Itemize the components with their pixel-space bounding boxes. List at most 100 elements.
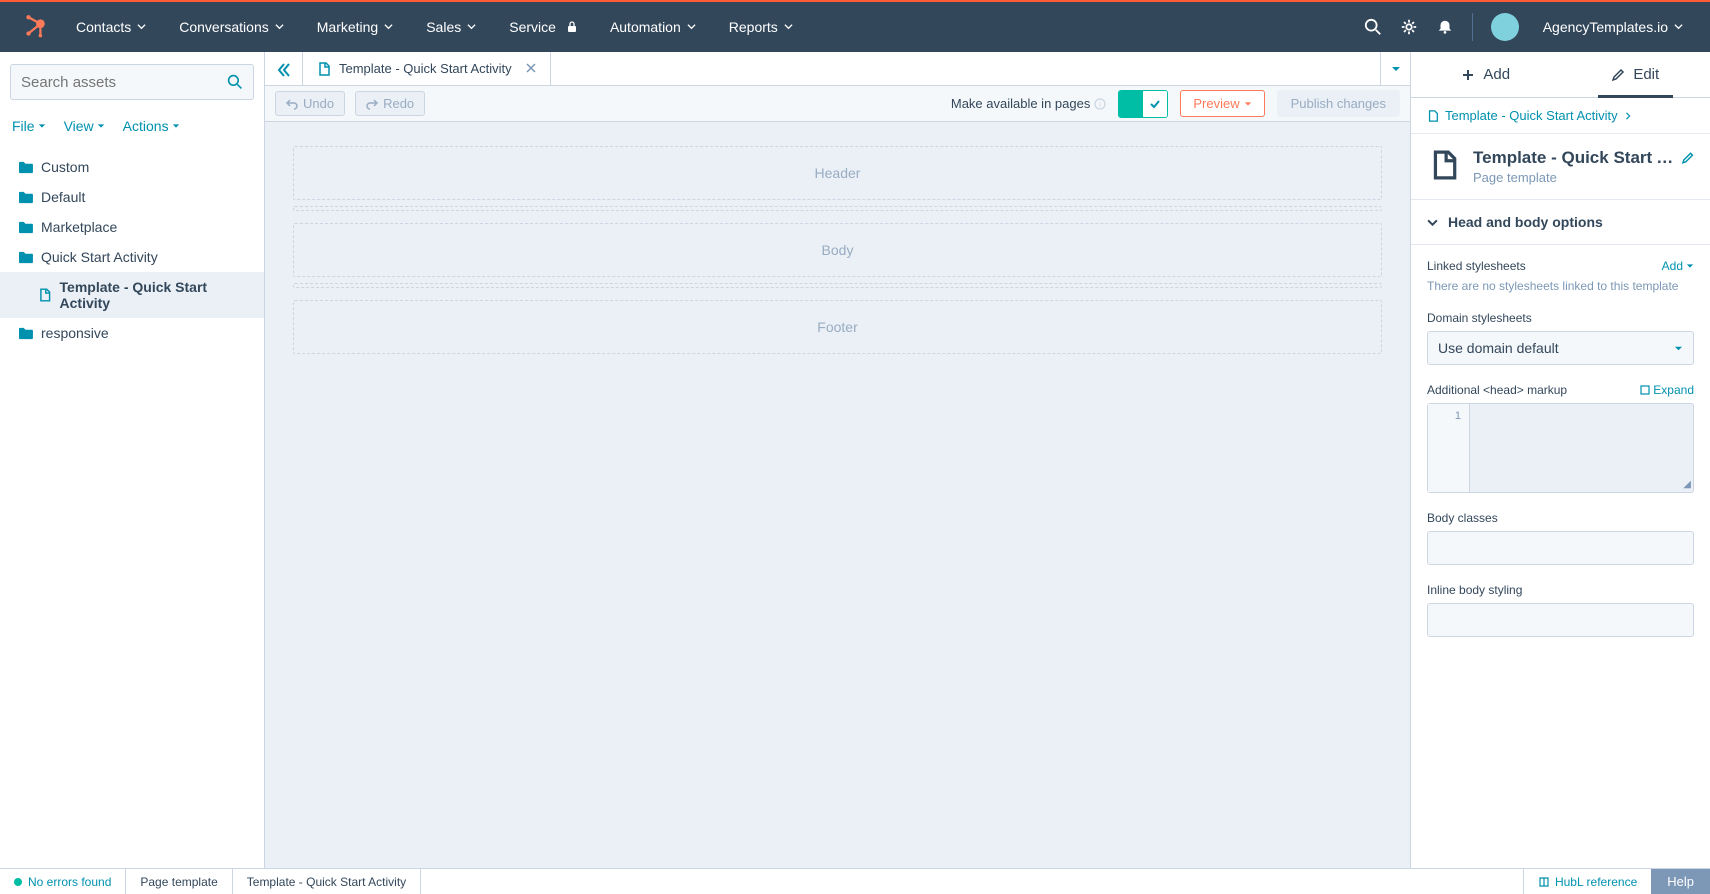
body-classes-input[interactable] [1427,531,1694,565]
folder-quick-start[interactable]: Quick Start Activity [0,242,264,272]
available-in-pages-label: Make available in pagesi [951,96,1106,111]
footer-placeholder[interactable]: Footer [293,300,1382,354]
template-icon [1427,148,1461,182]
lock-icon [566,21,578,33]
help-button[interactable]: Help [1651,869,1710,894]
top-nav: Contacts Conversations Marketing Sales S… [0,2,1710,52]
nav-marketing[interactable]: Marketing [311,19,400,35]
chevron-down-icon [784,22,794,32]
head-markup-label: Additional <head> markup [1427,383,1567,397]
errors-status[interactable]: No errors found [0,869,126,894]
chevron-down-icon [1427,217,1438,228]
pencil-icon[interactable] [1681,151,1694,165]
search-input-wrap[interactable] [10,64,254,100]
status-bar: No errors found Page template Template -… [0,868,1710,894]
available-toggle[interactable] [1118,90,1168,118]
line-number: 1 [1428,404,1470,492]
pencil-icon [1611,68,1625,82]
status-template-name[interactable]: Template - Quick Start Activity [233,869,421,894]
publish-button[interactable]: Publish changes [1277,90,1400,117]
asset-sidebar: File View Actions Custom Default Marketp… [0,52,265,868]
bell-icon[interactable] [1436,18,1454,36]
file-template-quick-start[interactable]: Template - Quick Start Activity [0,272,264,318]
status-page-template[interactable]: Page template [126,869,232,894]
tab-label: Template - Quick Start Activity [339,61,512,76]
body-placeholder[interactable]: Body [293,223,1382,277]
close-icon[interactable] [526,61,536,76]
account-menu[interactable]: AgencyTemplates.io [1537,19,1690,35]
folder-responsive[interactable]: responsive [0,318,264,348]
domain-stylesheets-select[interactable]: Use domain default [1427,331,1694,365]
caret-down-icon [1244,100,1252,108]
chevron-down-icon [384,22,394,32]
domain-stylesheets-label: Domain stylesheets [1427,311,1532,325]
tab-strip: Template - Quick Start Activity [265,52,1410,86]
template-title: Template - Quick Start Act [1473,148,1675,168]
file-menu[interactable]: File [12,118,46,134]
breadcrumb[interactable]: Template - Quick Start Activity [1411,98,1710,134]
expand-icon [1640,385,1650,395]
folder-custom[interactable]: Custom [0,152,264,182]
divider [1472,13,1473,41]
check-icon [1149,98,1161,110]
view-menu[interactable]: View [64,118,105,134]
collapse-sidebar-button[interactable] [276,62,292,83]
search-input[interactable] [21,74,227,91]
header-placeholder[interactable]: Header [293,146,1382,200]
inline-body-label: Inline body styling [1427,583,1522,597]
body-classes-label: Body classes [1427,511,1498,525]
nav-service[interactable]: Service [503,19,584,35]
tab-add[interactable]: Add [1411,52,1561,97]
hubl-reference-link[interactable]: HubL reference [1523,869,1651,894]
expand-link[interactable]: Expand [1640,383,1694,397]
hubspot-logo-icon[interactable] [20,12,50,42]
search-icon [227,74,243,90]
page-icon [317,62,331,76]
undo-icon [286,98,298,110]
inline-body-input[interactable] [1427,603,1694,637]
info-icon[interactable]: i [1094,98,1106,110]
folder-icon [18,191,33,204]
chevron-down-icon [467,22,477,32]
plus-icon [1461,68,1475,82]
folder-default[interactable]: Default [0,182,264,212]
inspector-panel: Add Edit Template - Quick Start Activity… [1410,52,1710,868]
redo-button[interactable]: Redo [355,91,425,116]
nav-contacts[interactable]: Contacts [70,19,153,35]
head-markup-editor[interactable]: 1 ◢ [1427,403,1694,493]
actions-menu[interactable]: Actions [123,118,180,134]
folder-marketplace[interactable]: Marketplace [0,212,264,242]
nav-reports[interactable]: Reports [723,19,800,35]
chevron-down-icon [687,22,697,32]
nav-conversations[interactable]: Conversations [173,19,291,35]
page-icon [1427,110,1439,122]
folder-icon [18,327,33,340]
book-icon [1538,876,1550,888]
svg-text:i: i [1099,100,1101,109]
add-stylesheet-link[interactable]: Add [1662,259,1694,273]
nav-sales[interactable]: Sales [420,19,483,35]
chevron-down-icon [137,22,147,32]
section-divider[interactable] [293,206,1382,211]
nav-automation[interactable]: Automation [604,19,703,35]
template-canvas: Header Body Footer [265,122,1410,868]
linked-stylesheets-label: Linked stylesheets [1427,259,1526,273]
undo-button[interactable]: Undo [275,91,345,116]
page-icon [38,288,52,302]
editor-toolbar: Undo Redo Make available in pagesi Previ… [265,86,1410,122]
preview-button[interactable]: Preview [1180,90,1264,117]
tab-edit[interactable]: Edit [1561,52,1710,97]
search-icon[interactable] [1364,18,1382,36]
head-body-section-toggle[interactable]: Head and body options [1411,200,1710,245]
tab-overflow-button[interactable] [1380,52,1410,85]
tab-template-quick-start[interactable]: Template - Quick Start Activity [303,52,551,85]
status-dot-icon [14,878,22,886]
chevron-down-icon [275,22,285,32]
resize-handle-icon[interactable]: ◢ [1683,479,1691,490]
chevron-down-icon [1674,22,1684,32]
avatar[interactable] [1491,13,1519,41]
caret-down-icon [1674,344,1683,353]
section-divider[interactable] [293,283,1382,288]
folder-icon [18,251,33,264]
gear-icon[interactable] [1400,18,1418,36]
